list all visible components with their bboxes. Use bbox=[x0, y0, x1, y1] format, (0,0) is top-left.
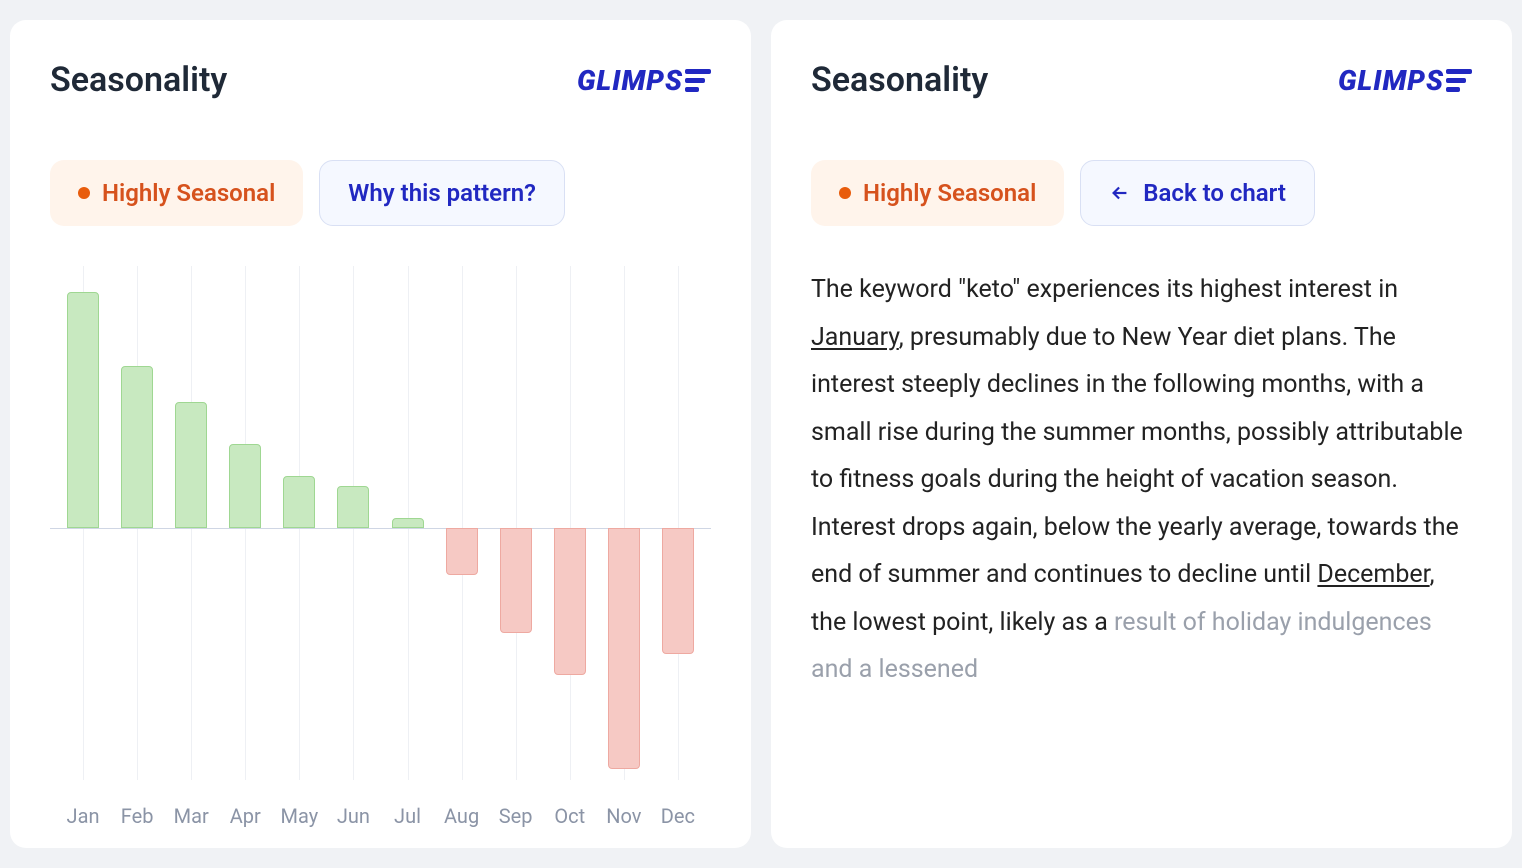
x-tick-label: Sep bbox=[489, 804, 543, 828]
x-tick-label: May bbox=[272, 804, 326, 828]
chart-bar bbox=[337, 486, 369, 528]
x-tick-label: Dec bbox=[651, 804, 705, 828]
x-tick-label: Jan bbox=[56, 804, 110, 828]
card-header: Seasonality GLIMPS bbox=[811, 60, 1472, 100]
pill-row: Highly Seasonal Why this pattern? bbox=[50, 160, 711, 226]
card-header: Seasonality GLIMPS bbox=[50, 60, 711, 100]
pill-row: Highly Seasonal Back to chart bbox=[811, 160, 1472, 226]
chart-bar bbox=[67, 292, 99, 528]
chart-bar bbox=[392, 518, 424, 528]
seasonality-badge: Highly Seasonal bbox=[811, 160, 1064, 226]
x-tick-label: Feb bbox=[110, 804, 164, 828]
logo-text: GLIMPS bbox=[577, 64, 683, 97]
seasonality-explain-card: Seasonality GLIMPS Highly Seasonal Back … bbox=[771, 20, 1512, 848]
dot-icon bbox=[839, 187, 851, 199]
why-pattern-button[interactable]: Why this pattern? bbox=[319, 160, 565, 226]
back-to-chart-label: Back to chart bbox=[1143, 179, 1286, 207]
seasonality-chart: JanFebMarAprMayJunJulAugSepOctNovDec bbox=[50, 266, 711, 828]
seasonality-badge-label: Highly Seasonal bbox=[863, 179, 1036, 207]
chart-bar bbox=[608, 528, 640, 769]
x-tick-label: Aug bbox=[435, 804, 489, 828]
seasonality-explanation: The keyword "keto" experiences its highe… bbox=[811, 266, 1472, 828]
seasonality-chart-card: Seasonality GLIMPS Highly Seasonal Why t… bbox=[10, 20, 751, 848]
chart-bars bbox=[50, 266, 711, 790]
back-to-chart-button[interactable]: Back to chart bbox=[1080, 160, 1315, 226]
x-tick-label: Jun bbox=[326, 804, 380, 828]
logo-bars-icon bbox=[1446, 69, 1472, 92]
glimpse-logo: GLIMPS bbox=[577, 64, 711, 97]
arrow-left-icon bbox=[1109, 182, 1131, 204]
chart-bar bbox=[229, 444, 261, 528]
logo-text: GLIMPS bbox=[1338, 64, 1444, 97]
chart-bar bbox=[175, 402, 207, 528]
seasonality-badge: Highly Seasonal bbox=[50, 160, 303, 226]
x-tick-label: Jul bbox=[380, 804, 434, 828]
chart-bar bbox=[283, 476, 315, 528]
explain-text: The keyword "keto" experiences its highe… bbox=[811, 275, 1398, 304]
text-fade-overlay bbox=[811, 758, 1472, 828]
x-tick-label: Oct bbox=[543, 804, 597, 828]
card-title: Seasonality bbox=[811, 60, 988, 100]
x-tick-label: Mar bbox=[164, 804, 218, 828]
x-tick-label: Nov bbox=[597, 804, 651, 828]
chart-x-labels: JanFebMarAprMayJunJulAugSepOctNovDec bbox=[50, 790, 711, 828]
explain-keyword: January bbox=[811, 323, 899, 352]
dot-icon bbox=[78, 187, 90, 199]
card-title: Seasonality bbox=[50, 60, 227, 100]
logo-bars-icon bbox=[685, 69, 711, 92]
chart-bar bbox=[121, 366, 153, 528]
chart-bar bbox=[446, 528, 478, 575]
why-pattern-label: Why this pattern? bbox=[348, 179, 536, 207]
glimpse-logo: GLIMPS bbox=[1338, 64, 1472, 97]
explain-text: , presumably due to New Year diet plans.… bbox=[811, 323, 1463, 590]
chart-bar bbox=[500, 528, 532, 633]
chart-bar bbox=[662, 528, 694, 654]
chart-bar bbox=[554, 528, 586, 675]
explain-keyword: December bbox=[1317, 560, 1429, 589]
seasonality-badge-label: Highly Seasonal bbox=[102, 179, 275, 207]
x-tick-label: Apr bbox=[218, 804, 272, 828]
